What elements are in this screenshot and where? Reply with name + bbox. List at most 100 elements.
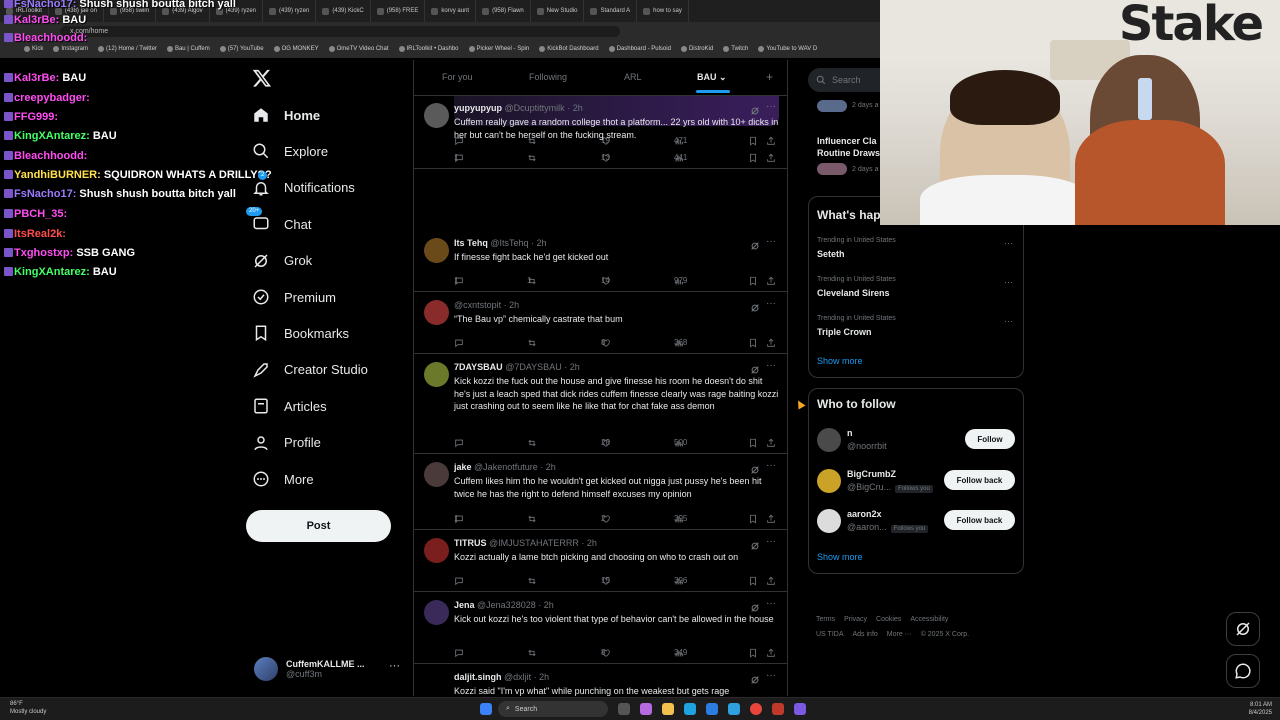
follow-suggestion-name[interactable]: aaron2x [847,509,882,519]
tweet[interactable]: daljit.singh @dxljit · 2h ··· Kozzi said "… [414,664,787,696]
browser-tab[interactable]: how to say [637,0,689,22]
browser-tab[interactable]: (958) FREE [371,0,426,22]
more-icon[interactable]: ··· [389,660,400,672]
more-icon[interactable]: ··· [766,101,776,112]
messages-button[interactable] [1226,654,1260,688]
sidebar-item-notifications[interactable]: 2 Notifications [252,170,355,197]
taskbar-search[interactable]: ⌕ Search [498,701,608,717]
grok-explain-icon[interactable] [750,103,760,115]
avatar[interactable] [424,600,449,625]
tweet-author-handle[interactable]: @7DAYSBAU [505,362,562,372]
tweet-time[interactable]: 2h [587,538,597,548]
more-icon[interactable]: ··· [1004,277,1013,287]
tab-bau[interactable]: BAU ⌄ [697,72,727,83]
browser-tab[interactable]: korvy aunt [425,0,477,22]
tweet-time[interactable]: 2h [546,462,556,472]
browser-tab[interactable]: Standard A [584,0,638,22]
sidebar-item-more[interactable]: More [252,470,314,488]
tweet-author-handle[interactable]: @IMJUSTAHATERRR [489,538,579,548]
sidebar-item-premium[interactable]: Premium [252,288,336,306]
more-icon[interactable]: ··· [1004,316,1013,326]
x-logo-icon[interactable] [252,68,272,88]
edge-icon[interactable] [684,703,696,715]
tweet[interactable]: yupyupyup @Dcuptittymilk · 2h ··· Cuffem r… [414,95,787,169]
footer-link[interactable]: Privacy [844,616,867,623]
tweet-time[interactable]: 2h [544,600,554,610]
browser-tab[interactable]: New Studio [531,0,585,22]
avatar[interactable] [424,362,449,387]
avatar[interactable] [424,672,449,696]
more-icon[interactable]: ··· [1004,238,1013,248]
follow-button[interactable]: Follow [965,429,1015,449]
sidebar-item-grok[interactable]: Grok [252,252,312,270]
tweet-author-name[interactable]: yupyupyup [454,103,502,113]
grok-explain-icon[interactable] [750,462,760,474]
grok-explain-icon[interactable] [750,300,760,312]
grok-explain-icon[interactable] [750,538,760,550]
more-icon[interactable]: ··· [766,536,776,547]
avatar[interactable] [424,300,449,325]
tweet-time[interactable]: 2h [573,103,583,113]
timeline[interactable]: For you Following ARL BAU ⌄ + 19 471 yupy… [413,60,788,696]
tweet[interactable]: jake @Jakenotfuture · 2h ··· Cuffem likes … [414,454,787,530]
tweet-author-name[interactable]: Jena [454,600,475,610]
tweet[interactable]: Its Tehq @ItsTehq · 2h ··· If finesse figh… [414,230,787,292]
more-icon[interactable]: ··· [766,598,776,609]
store-icon[interactable] [706,703,718,715]
tweet-author-handle[interactable]: @cxntstopit [454,300,501,310]
tweet-time[interactable]: 2h [570,362,580,372]
app-icon[interactable] [772,703,784,715]
more-icon[interactable]: ··· [766,670,776,681]
footer-link[interactable]: Accessibility [910,616,948,623]
tweet-author-handle[interactable]: @dxljit [504,672,531,682]
follow-button[interactable]: Follow back [944,470,1015,490]
more-icon[interactable]: ··· [766,236,776,247]
tweet-time[interactable]: 2h [509,300,519,310]
sidebar-item-articles[interactable]: Articles [252,397,327,415]
account-switcher[interactable]: CuffemKALLME ... @cuff3m ··· [254,654,404,684]
sidebar-item-bookmarks[interactable]: Bookmarks [252,324,349,342]
trend-name[interactable]: Cleveland Sirens [817,288,890,298]
tweet-time[interactable]: 2h [539,672,549,682]
browser-tab[interactable]: (439) KickC [316,0,371,22]
tab-for-you[interactable]: For you [442,72,473,82]
sidebar-item-home[interactable]: Home [252,106,320,124]
browser-tab[interactable]: (958) Flawn [476,0,531,22]
trend-name[interactable]: Seteth [817,249,845,259]
news-title[interactable]: Influencer Cla Routine Draws [817,135,887,159]
bookmark[interactable]: YouTube to WAV D [758,46,817,52]
sidebar-item-explore[interactable]: Explore [252,142,328,160]
clock[interactable]: 8:01 AM 8/4/2025 [1249,701,1272,717]
app-icon[interactable] [728,703,740,715]
sidebar-item-profile[interactable]: Profile [252,434,321,452]
footer-link[interactable]: US TIDA [816,631,844,638]
task-view-icon[interactable] [618,703,630,715]
tweet-author-handle[interactable]: @ItsTehq [490,238,528,248]
post-button[interactable]: Post [246,510,391,542]
tweet[interactable]: 7DAYSBAU @7DAYSBAU · 2h ··· Kick kozzi the… [414,354,787,454]
tweet[interactable]: Jena @Jena328028 · 2h ··· Kick out kozzi h… [414,592,787,664]
grok-explain-icon[interactable] [750,672,760,684]
footer-link[interactable]: Terms [816,616,835,623]
footer-link[interactable]: Cookies [876,616,901,623]
sidebar-item-chat[interactable]: 20+ Chat [246,207,311,233]
tweet-author-name[interactable]: Its Tehq [454,238,488,248]
avatar[interactable] [424,538,449,563]
tweet-author-name[interactable]: daljit.singh [454,672,502,682]
tweet-author-handle[interactable]: @Jena328028 [477,600,536,610]
browser-tab[interactable]: (439) ryzen [263,0,317,22]
tweet-author-name[interactable]: TITRUS [454,538,487,548]
avatar[interactable] [817,469,841,493]
grok-explain-icon[interactable] [750,600,760,612]
grok-explain-icon[interactable] [750,362,760,374]
weather-widget[interactable]: 86°F Mostly cloudy [10,700,46,716]
tweet[interactable]: @cxntstopit · 2h ··· “The Bau vp” chemical… [414,292,787,354]
app-icon[interactable] [640,703,652,715]
add-tab-icon[interactable]: + [766,70,773,84]
bookmark[interactable]: Dashboard - Pulsoid [608,46,671,52]
bookmark[interactable]: DistroKid [680,46,713,52]
tab-arl[interactable]: ARL [624,72,642,82]
tweet[interactable]: TITRUS @IMJUSTAHATERRR · 2h ··· Kozzi actu… [414,530,787,592]
grok-explain-icon[interactable] [750,238,760,250]
bookmark[interactable]: Picker Wheel - Spin [468,46,529,52]
